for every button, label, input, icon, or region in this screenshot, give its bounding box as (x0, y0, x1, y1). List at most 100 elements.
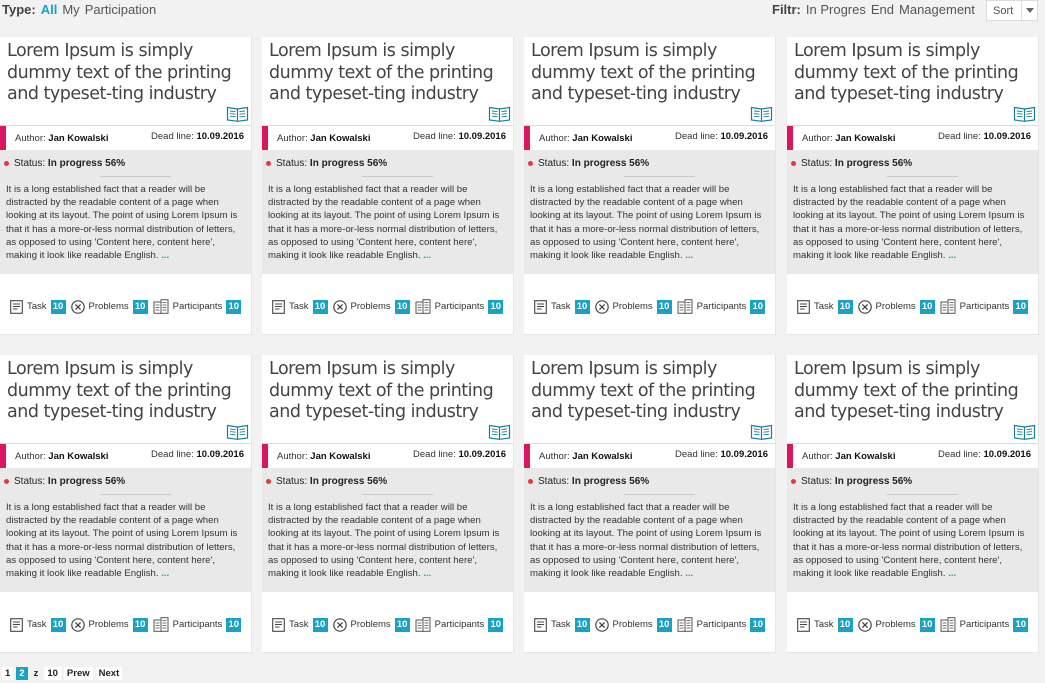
read-more-link[interactable]: ... (423, 250, 431, 261)
problems-stat[interactable]: Problems 10 (332, 617, 410, 632)
project-card[interactable]: Lorem Ipsum is simply dummy text of the … (787, 37, 1039, 335)
card-title[interactable]: Lorem Ipsum is simply dummy text of the … (531, 41, 769, 106)
card-title[interactable]: Lorem Ipsum is simply dummy text of the … (269, 41, 507, 106)
card-meta: Author: Jan Kowalski Dead line: 10.09.20… (524, 444, 775, 468)
page-link-10[interactable]: 10 (44, 667, 61, 680)
chevron-down-icon[interactable] (1021, 1, 1037, 20)
author-label: Author: (539, 133, 570, 144)
read-more-link[interactable]: ... (685, 568, 693, 579)
project-card[interactable]: Lorem Ipsum is simply dummy text of the … (262, 37, 514, 335)
prev-page-button[interactable]: Prew (63, 667, 93, 680)
project-card[interactable]: Lorem Ipsum is simply dummy text of the … (787, 355, 1039, 653)
problems-count-badge: 10 (132, 299, 148, 314)
card-meta: Author: Jan Kowalski Dead line: 10.09.20… (262, 126, 513, 150)
participants-stat[interactable]: Participants 10 (677, 617, 766, 632)
card-stats: Task 10 Problems 10 Participants 10 (797, 299, 1033, 314)
read-more-link[interactable]: ... (948, 250, 956, 261)
type-filter-my[interactable]: My (62, 2, 79, 17)
card-title[interactable]: Lorem Ipsum is simply dummy text of the … (7, 359, 245, 424)
problems-stat[interactable]: Problems 10 (70, 617, 148, 632)
deadline-label: Dead line: (413, 449, 456, 460)
problems-stat[interactable]: Problems 10 (594, 617, 672, 632)
type-filter-participation[interactable]: Participation (85, 2, 157, 17)
problems-stat[interactable]: Problems 10 (857, 617, 935, 632)
author-name: Jan Kowalski (835, 451, 896, 462)
project-card[interactable]: Lorem Ipsum is simply dummy text of the … (0, 355, 252, 653)
participants-stat[interactable]: Participants 10 (677, 299, 766, 314)
type-filter-all[interactable]: All (41, 2, 58, 17)
status-divider (887, 176, 958, 177)
read-more-link[interactable]: ... (161, 568, 169, 579)
card-title[interactable]: Lorem Ipsum is simply dummy text of the … (531, 359, 769, 424)
project-card[interactable]: Lorem Ipsum is simply dummy text of the … (524, 37, 776, 335)
task-stat[interactable]: Task 10 (10, 299, 66, 314)
participants-stat[interactable]: Participants 10 (415, 617, 504, 632)
task-count-badge: 10 (50, 299, 66, 314)
task-stat[interactable]: Task 10 (272, 299, 328, 314)
task-stat[interactable]: Task 10 (797, 617, 853, 632)
status-row: Status: In progress 56% (266, 158, 387, 169)
book-icon[interactable] (488, 423, 511, 440)
card-title[interactable]: Lorem Ipsum is simply dummy text of the … (7, 41, 245, 106)
author-label: Author: (15, 133, 46, 144)
page-link-1[interactable]: 1 (2, 667, 14, 680)
participants-stat[interactable]: Participants 10 (940, 617, 1029, 632)
status-dot-icon (791, 161, 796, 166)
problems-label: Problems (350, 619, 391, 630)
book-icon[interactable] (750, 105, 773, 122)
page-link-z[interactable]: z (31, 667, 42, 680)
read-more-link[interactable]: ... (685, 250, 693, 261)
status-label: Status: (276, 158, 308, 169)
project-card[interactable]: Lorem Ipsum is simply dummy text of the … (262, 355, 514, 653)
task-stat[interactable]: Task 10 (272, 617, 328, 632)
status-filter-end[interactable]: End (871, 2, 894, 17)
card-description: It is a long established fact that a rea… (530, 501, 771, 580)
task-stat[interactable]: Task 10 (534, 299, 590, 314)
book-icon[interactable] (226, 105, 249, 122)
participants-label: Participants (434, 619, 485, 630)
task-stat[interactable]: Task 10 (534, 617, 590, 632)
card-title[interactable]: Lorem Ipsum is simply dummy text of the … (794, 41, 1032, 106)
status-filter-in-progress[interactable]: In Progres (806, 2, 866, 17)
task-count-badge: 10 (312, 617, 328, 632)
problems-stat[interactable]: Problems 10 (594, 299, 672, 314)
card-stats: Task 10 Problems 10 Participants 10 (10, 617, 246, 632)
problems-stat[interactable]: Problems 10 (332, 299, 410, 314)
card-title[interactable]: Lorem Ipsum is simply dummy text of the … (794, 359, 1032, 424)
description-text: It is a long established fact that a rea… (268, 184, 500, 262)
card-stats: Task 10 Problems 10 Participants 10 (10, 299, 246, 314)
page-link-current[interactable]: 2 (16, 667, 28, 680)
card-title[interactable]: Lorem Ipsum is simply dummy text of the … (269, 359, 507, 424)
status-row: Status: In progress 56% (791, 476, 912, 487)
project-card[interactable]: Lorem Ipsum is simply dummy text of the … (0, 37, 252, 335)
card-body: Status: In progress 56% It is a long est… (0, 468, 251, 592)
task-label: Task (289, 619, 309, 630)
book-icon[interactable] (226, 423, 249, 440)
next-page-button[interactable]: Next (95, 667, 123, 680)
status-value: In progress 56% (309, 476, 388, 487)
task-stat[interactable]: Task 10 (10, 617, 66, 632)
problems-stat[interactable]: Problems 10 (70, 299, 148, 314)
status-filter-management[interactable]: Management (899, 2, 975, 17)
project-card[interactable]: Lorem Ipsum is simply dummy text of the … (524, 355, 776, 653)
participants-stat[interactable]: Participants 10 (940, 299, 1029, 314)
task-count-badge: 10 (574, 299, 590, 314)
task-count-badge: 10 (574, 617, 590, 632)
book-icon[interactable] (750, 423, 773, 440)
book-icon[interactable] (1013, 105, 1036, 122)
status-row: Status: In progress 56% (4, 158, 125, 169)
book-icon[interactable] (1013, 423, 1036, 440)
task-count-badge: 10 (50, 617, 66, 632)
problems-stat[interactable]: Problems 10 (857, 299, 935, 314)
task-stat[interactable]: Task 10 (797, 299, 853, 314)
participants-stat[interactable]: Participants 10 (153, 617, 242, 632)
read-more-link[interactable]: ... (161, 250, 169, 261)
read-more-link[interactable]: ... (423, 568, 431, 579)
read-more-link[interactable]: ... (948, 568, 956, 579)
problems-label: Problems (612, 619, 653, 630)
problems-count-badge: 10 (394, 299, 410, 314)
sort-dropdown[interactable]: Sort (986, 0, 1038, 21)
participants-stat[interactable]: Participants 10 (415, 299, 504, 314)
participants-stat[interactable]: Participants 10 (153, 299, 242, 314)
book-icon[interactable] (488, 105, 511, 122)
